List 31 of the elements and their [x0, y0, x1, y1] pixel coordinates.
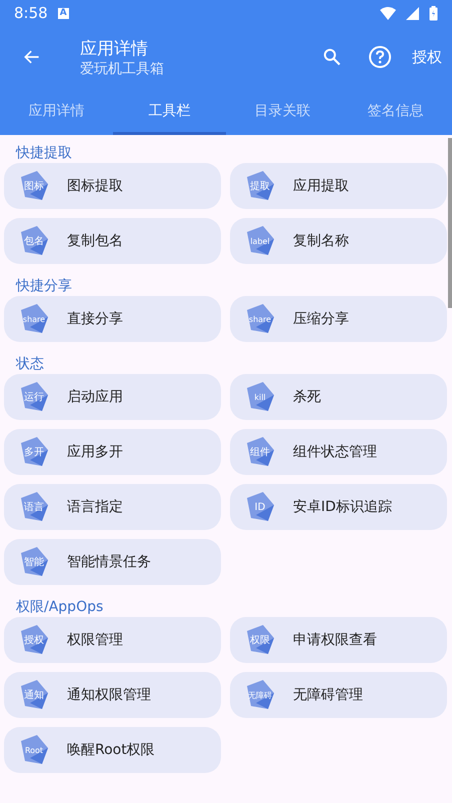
- tool-card[interactable]: 语言 语言指定: [4, 484, 221, 530]
- app-bar-title: 应用详情: [80, 38, 149, 60]
- tool-card[interactable]: 提取 应用提取: [230, 163, 447, 209]
- tool-card[interactable]: 智能 智能情景任务: [4, 539, 221, 585]
- tool-card[interactable]: share 直接分享: [4, 296, 221, 342]
- wifi-icon: [380, 6, 396, 20]
- tool-card[interactable]: label 复制名称: [230, 218, 447, 264]
- authorize-button[interactable]: 授权: [412, 42, 452, 72]
- status-time: 8:58: [14, 4, 48, 22]
- tool-card[interactable]: 组件 组件状态管理: [230, 429, 447, 475]
- section-header: 快捷提取: [14, 144, 73, 163]
- tab[interactable]: 工具栏: [113, 88, 226, 135]
- tool-card[interactable]: ID 安卓ID标识追踪: [230, 484, 447, 530]
- battery-icon: [429, 6, 438, 20]
- tool-card[interactable]: 包名 复制包名: [4, 218, 221, 264]
- tool-card[interactable]: share 压缩分享: [230, 296, 447, 342]
- tool-card[interactable]: 授权 权限管理: [4, 617, 221, 663]
- tool-card[interactable]: 多开 应用多开: [4, 429, 221, 475]
- section-header: 快捷分享: [14, 277, 73, 296]
- tool-card[interactable]: 图标 图标提取: [4, 163, 221, 209]
- notification-icon: A: [58, 8, 69, 18]
- tool-card[interactable]: 通知 通知权限管理: [4, 672, 221, 718]
- tool-card[interactable]: 无障碍 无障碍管理: [230, 672, 447, 718]
- tool-card[interactable]: Root 唤醒Root权限: [4, 727, 221, 773]
- signal-icon: [406, 6, 419, 20]
- tool-card[interactable]: kill 杀死: [230, 374, 447, 420]
- tool-card[interactable]: 运行 启动应用: [4, 374, 221, 420]
- tool-card[interactable]: 权限 申请权限查看: [230, 617, 447, 663]
- app-bar-subtitle: 爱玩机工具箱: [80, 60, 165, 78]
- section-header: 状态: [15, 355, 45, 374]
- section-header: 权限/AppOps: [15, 598, 104, 617]
